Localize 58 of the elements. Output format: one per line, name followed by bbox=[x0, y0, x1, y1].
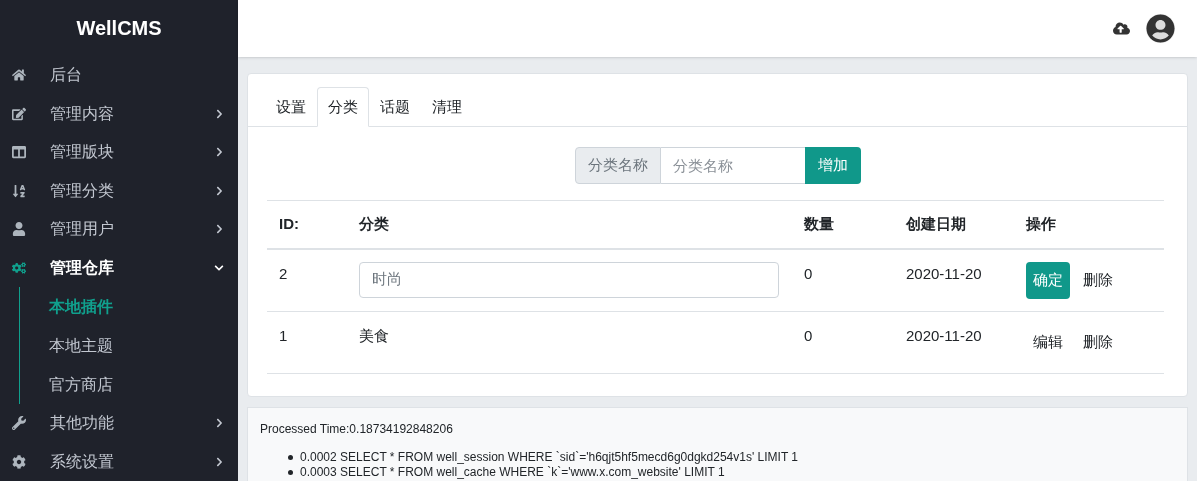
table-cell: 2020-11-20 bbox=[894, 311, 1014, 373]
submenu-item[interactable]: 本地插件 bbox=[49, 287, 238, 327]
table-cell: 2 bbox=[267, 248, 347, 311]
table-cell: 0 bbox=[792, 311, 894, 373]
table-cell: 美食 bbox=[359, 326, 389, 344]
logo: WellCMS bbox=[75, 16, 163, 42]
column-header: ID: bbox=[267, 200, 347, 249]
sidebar-item[interactable]: 其他功能 bbox=[0, 404, 238, 443]
table-cell: 0 bbox=[792, 248, 894, 311]
chevron-right-icon bbox=[215, 418, 224, 429]
edit-button[interactable]: 编辑 bbox=[1026, 323, 1070, 361]
input-addon: 分类名称 bbox=[574, 147, 661, 184]
column-header: 操作 bbox=[1014, 200, 1164, 249]
add-button[interactable]: 增加 bbox=[804, 147, 861, 184]
sidebar-item[interactable]: 后台 bbox=[0, 56, 238, 95]
table-cell: 2020-11-20 bbox=[894, 248, 1014, 311]
confirm-button[interactable]: 确定 bbox=[1026, 261, 1070, 299]
delete-button[interactable]: 删除 bbox=[1076, 261, 1120, 299]
sidebar-item[interactable]: 系统设置 bbox=[0, 442, 238, 481]
category-name-input[interactable]: 分类名称 bbox=[660, 147, 805, 184]
sidebar-item[interactable]: 管理内容 bbox=[0, 94, 238, 134]
home-icon bbox=[12, 68, 26, 83]
processed-time: Processed Time:0.18734192848206 bbox=[260, 421, 454, 438]
tab[interactable]: 清理 bbox=[421, 87, 473, 127]
chevron-right-icon bbox=[215, 185, 224, 196]
table-cell: 1 bbox=[267, 311, 347, 373]
cloud-upload-icon[interactable] bbox=[1113, 20, 1130, 37]
bullet-icon bbox=[288, 470, 293, 475]
wrench-icon bbox=[12, 416, 26, 431]
chevron-right-icon bbox=[215, 224, 224, 235]
sidebar-item[interactable]: 管理用户 bbox=[0, 210, 238, 249]
chevron-right-icon bbox=[215, 147, 224, 158]
columns-icon bbox=[12, 145, 26, 160]
column-header: 数量 bbox=[792, 200, 894, 249]
pencil-icon bbox=[12, 106, 26, 121]
sort-icon bbox=[12, 183, 26, 198]
sidebar-item[interactable]: 管理分类 bbox=[0, 171, 238, 211]
category-input[interactable]: 时尚 bbox=[359, 261, 779, 298]
column-header: 分类 bbox=[347, 200, 792, 249]
sql-query: 0.0003 SELECT * FROM well_cache WHERE `k`='www.x.com_website' LIMIT 1 bbox=[300, 465, 725, 480]
submenu-item[interactable]: 官方商店 bbox=[49, 365, 238, 405]
user-icon bbox=[12, 222, 26, 237]
tab[interactable]: 分类 bbox=[317, 87, 369, 127]
chevron-right-icon bbox=[215, 108, 224, 119]
tab[interactable]: 设置 bbox=[265, 87, 317, 127]
chevron-down-icon bbox=[214, 262, 224, 273]
column-header: 创建日期 bbox=[894, 200, 1014, 249]
tab[interactable]: 话题 bbox=[369, 87, 421, 127]
bullet-icon bbox=[288, 455, 293, 460]
settings-icon bbox=[12, 454, 26, 469]
sidebar-item[interactable]: 管理版块 bbox=[0, 133, 238, 172]
sql-query: 0.0002 SELECT * FROM well_session WHERE `sid`='h6qjt5hf5mecd6g0dgkd254v1s' LIMIT 1 bbox=[300, 450, 799, 465]
chevron-right-icon bbox=[215, 456, 224, 467]
delete-button[interactable]: 删除 bbox=[1076, 323, 1120, 361]
sidebar-item[interactable]: 管理仓库 bbox=[0, 248, 238, 288]
submenu-item[interactable]: 本地主题 bbox=[49, 326, 238, 366]
gears-icon bbox=[12, 260, 26, 275]
avatar[interactable] bbox=[1146, 14, 1175, 43]
